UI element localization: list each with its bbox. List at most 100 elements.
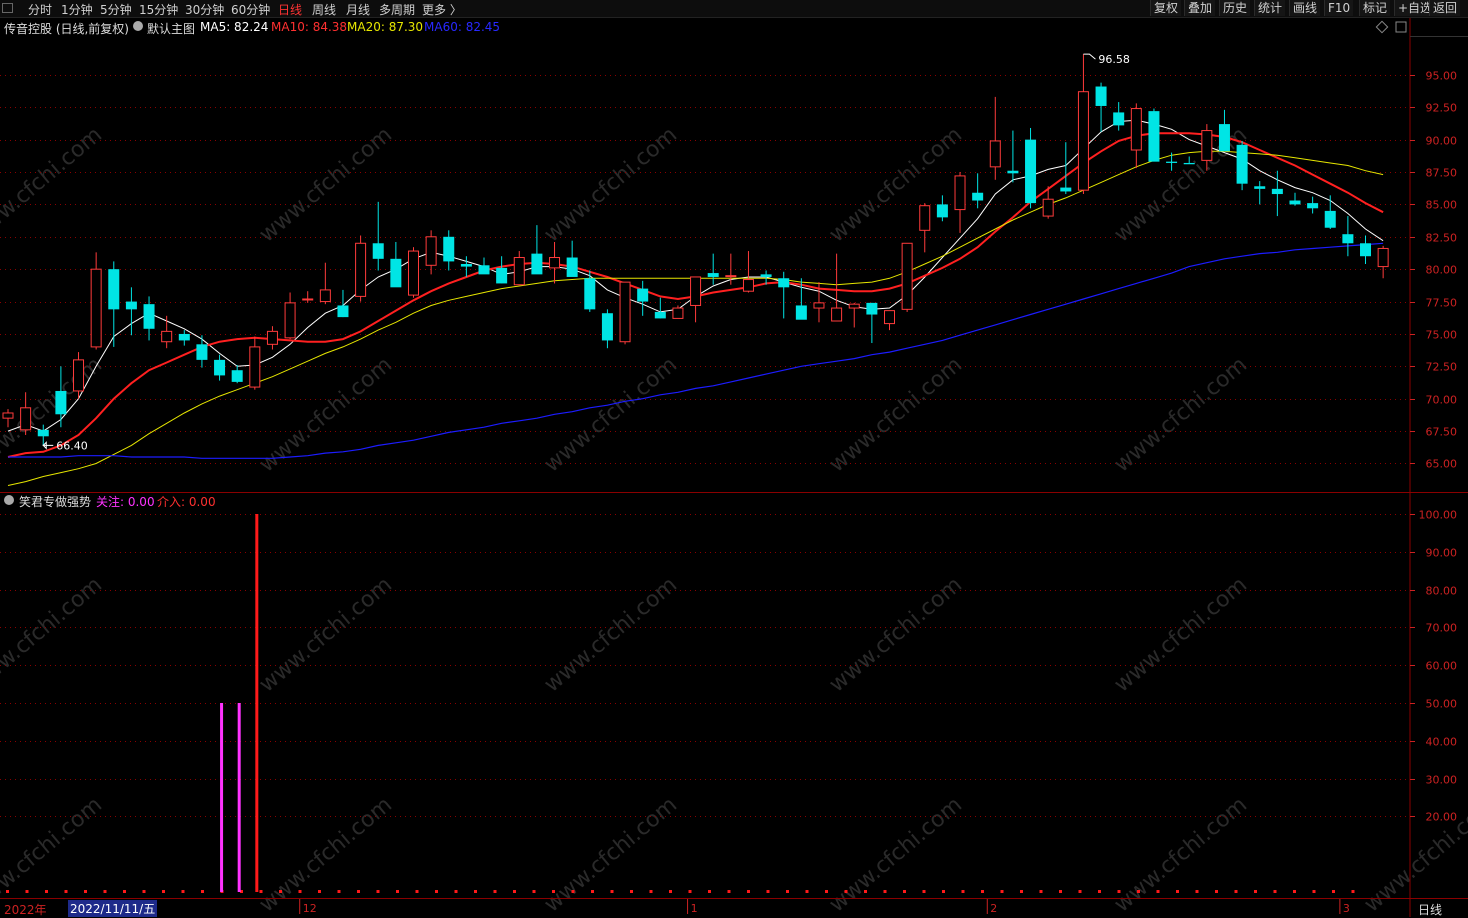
- candle-body: [1025, 139, 1037, 204]
- candle-body: [1060, 187, 1072, 192]
- candle: [443, 230, 455, 271]
- chart-labels: 96.58 66.40: [42, 53, 1130, 452]
- baseline-dot: [415, 890, 419, 893]
- candle: [1236, 140, 1248, 191]
- candle-body: [478, 265, 490, 275]
- candle-body: [214, 359, 226, 376]
- low-price-label: 66.40: [56, 439, 87, 452]
- sub-indicator-name[interactable]: 笑君专做强势: [19, 493, 91, 510]
- high-price-label: 96.58: [1098, 53, 1130, 66]
- ma20-label: MA20: 87.30: [347, 20, 424, 34]
- baseline-dot: [766, 890, 770, 893]
- indicator-tick-label: 90.00: [1426, 547, 1458, 560]
- candle-body: [407, 250, 419, 296]
- candle-body: [1077, 91, 1089, 191]
- baseline-dot: [825, 890, 828, 893]
- price-tick-label: 75.00: [1426, 329, 1458, 342]
- candle-body: [196, 344, 208, 360]
- candle: [549, 241, 561, 284]
- grid-layer: [0, 75, 1410, 893]
- candle-body: [319, 289, 331, 303]
- baseline-dot: [1234, 890, 1238, 893]
- candle-body: [125, 301, 137, 310]
- candle: [425, 230, 437, 275]
- main-indicator-name[interactable]: 默认主图: [147, 20, 195, 37]
- baseline-dot: [532, 890, 536, 893]
- candle: [355, 235, 367, 302]
- candle-body: [496, 267, 508, 284]
- baseline-dot: [1195, 890, 1199, 893]
- candle: [1025, 127, 1037, 209]
- candle: [778, 271, 790, 319]
- settings-dot-icon[interactable]: [133, 21, 143, 31]
- month-label: 1: [691, 902, 698, 915]
- watermark-text: www.cfchi.com: [0, 572, 107, 697]
- candle: [566, 240, 578, 277]
- price-tick-label: 82.50: [1426, 232, 1458, 245]
- indicator-tick-label: 100.00: [1419, 509, 1458, 522]
- candle-body: [884, 310, 895, 325]
- candle: [707, 253, 719, 285]
- candle: [125, 287, 137, 336]
- watermark-text: www.cfchi.com: [255, 572, 397, 697]
- candle-body: [425, 236, 437, 266]
- price-tick-label: 90.00: [1426, 135, 1458, 148]
- candle: [20, 392, 32, 435]
- baseline-dot: [103, 890, 107, 893]
- candle-body: [1307, 203, 1319, 209]
- baseline-dot: [1156, 890, 1160, 893]
- candle-body: [1360, 243, 1372, 257]
- candle: [1113, 102, 1125, 131]
- baseline-dot: [337, 890, 341, 893]
- candle-body: [1095, 86, 1107, 106]
- candle: [690, 276, 702, 323]
- baseline-dot: [25, 890, 29, 893]
- candle-body: [760, 274, 772, 277]
- candle-body: [513, 257, 525, 286]
- baseline-dot: [1312, 890, 1316, 893]
- candle-body: [178, 333, 190, 341]
- candle-body: [73, 359, 85, 392]
- baseline-dot: [864, 890, 867, 893]
- candle: [1007, 130, 1019, 183]
- ma5-line: [7, 119, 1384, 432]
- candle-body: [989, 140, 1001, 168]
- candle: [601, 309, 613, 349]
- price-tick-label: 80.00: [1426, 264, 1458, 277]
- entry-bar: [255, 514, 259, 892]
- candle-body: [1236, 144, 1248, 184]
- watermark-text: www.cfchi.com: [0, 122, 107, 247]
- candle-body: [143, 304, 155, 329]
- price-tick-label: 67.50: [1426, 426, 1458, 439]
- baseline-dot: [1137, 890, 1140, 893]
- watermark-text: www.cfchi.com: [255, 352, 397, 477]
- candle: [1148, 108, 1160, 162]
- candle: [1342, 216, 1354, 257]
- baseline-dot: [1215, 890, 1218, 893]
- baseline-dot: [1000, 890, 1004, 893]
- candle-body: [936, 204, 948, 218]
- candle: [390, 241, 402, 288]
- watermark-text: www.cfchi.com: [825, 122, 967, 247]
- stock-chart[interactable]: www.cfchi.com www.cfchi.com www.cfchi.com w…: [0, 0, 1468, 917]
- watermark-text: www.cfchi.com: [540, 352, 682, 477]
- baseline-dot: [64, 890, 68, 893]
- price-tick-label: 72.50: [1426, 361, 1458, 374]
- baseline-dot: [142, 890, 146, 893]
- candle-body: [372, 243, 384, 259]
- candle-body: [866, 302, 878, 315]
- indicator-settings-icon[interactable]: [4, 495, 14, 505]
- baseline-dot: [688, 890, 692, 893]
- baseline-dot: [435, 890, 438, 893]
- indicator-tick-label: 70.00: [1426, 622, 1458, 635]
- baseline-dot: [786, 890, 789, 893]
- candle-body: [672, 307, 684, 319]
- window-icon: [1395, 21, 1407, 33]
- candle: [1077, 54, 1089, 195]
- period-label[interactable]: 日线: [1418, 901, 1442, 918]
- candle-body: [2, 412, 14, 419]
- baseline-dot: [1332, 890, 1335, 893]
- candle-body: [601, 313, 613, 341]
- focus-label: 关注: 0.00: [96, 495, 155, 509]
- baseline-dot: [1039, 890, 1043, 893]
